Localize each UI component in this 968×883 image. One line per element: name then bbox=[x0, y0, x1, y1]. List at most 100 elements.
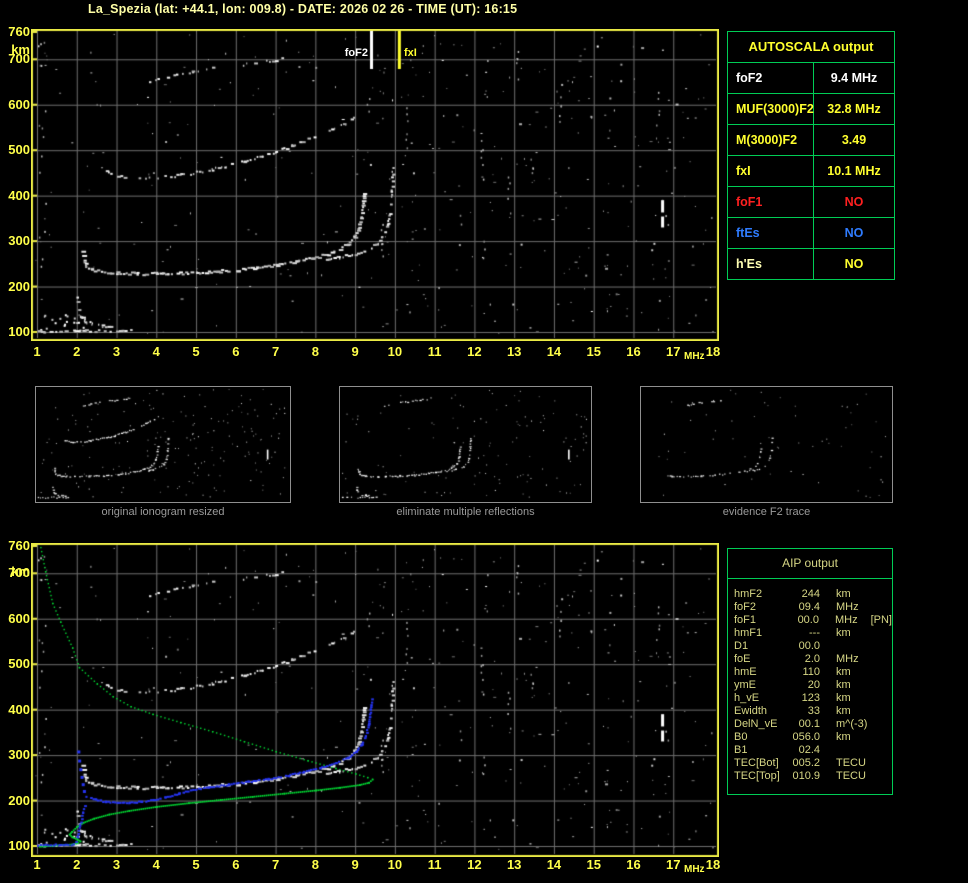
freq-tick-label: 6 bbox=[232, 857, 240, 872]
freq-tick-label: 12 bbox=[467, 857, 482, 872]
aip-param-unit: MHz bbox=[836, 601, 859, 613]
aip-param-unit: km bbox=[836, 705, 851, 717]
autoscala-row: MUF(3000)F2 32.8 MHz bbox=[728, 94, 894, 125]
freq-tick-label: 2 bbox=[73, 857, 81, 872]
thumbnail-evidence-canvas bbox=[641, 387, 890, 500]
aip-param-value: 00.0 bbox=[798, 640, 820, 652]
top-ionogram-canvas bbox=[31, 29, 719, 341]
alt-tick-label: 200 bbox=[8, 792, 30, 808]
aip-param-extra: [PN] bbox=[870, 614, 892, 626]
autoscala-param-value: 3.49 bbox=[841, 133, 867, 147]
freq-tick-label: 15 bbox=[586, 344, 601, 359]
thumbnail-caption-evidence: evidence F2 trace bbox=[722, 506, 811, 518]
alt-tick-label: 760 bbox=[8, 538, 30, 553]
aip-param-value: 056.0 bbox=[792, 731, 820, 743]
freq-tick-label: 10 bbox=[387, 857, 403, 872]
aip-param-value: 2.0 bbox=[804, 653, 820, 665]
freq-tick-label: 14 bbox=[546, 857, 562, 872]
aip-param-label: foF1 bbox=[734, 614, 757, 626]
aip-row: B0 056.0 km bbox=[728, 731, 892, 744]
freq-tick-label: 9 bbox=[351, 344, 359, 359]
freq-tick-label: 5 bbox=[192, 857, 200, 872]
aip-param-unit: km bbox=[836, 679, 851, 691]
aip-table-header: AIP output bbox=[728, 549, 892, 579]
fof2-marker-label: foF2 bbox=[344, 47, 368, 59]
aip-row: D1 00.0 bbox=[728, 640, 892, 653]
aip-row: TEC[Top] 010.9 TECU bbox=[728, 770, 892, 783]
alt-unit-label: km bbox=[11, 564, 30, 579]
alt-tick-label: 400 bbox=[8, 701, 30, 717]
aip-param-label: hmF2 bbox=[734, 588, 763, 600]
aip-param-unit: MHz bbox=[834, 614, 858, 626]
autoscala-param-label: fxI bbox=[728, 156, 814, 186]
alt-tick-label: 100 bbox=[8, 324, 30, 339]
freq-tick-label: 6 bbox=[232, 344, 240, 359]
freq-tick-label: 7 bbox=[271, 857, 280, 872]
thumbnail-caption-original: original ionogram resized bbox=[101, 506, 225, 518]
autoscala-param-value: NO bbox=[844, 257, 864, 271]
aip-row: TEC[Bot] 005.2 TECU bbox=[728, 757, 892, 770]
autoscala-param-value: 10.1 MHz bbox=[827, 164, 881, 178]
autoscala-param-label: foF1 bbox=[728, 187, 814, 217]
thumbnail-eliminate-canvas bbox=[340, 387, 589, 500]
freq-tick-label: 7 bbox=[271, 344, 280, 359]
autoscala-param-value: 32.8 MHz bbox=[827, 102, 881, 116]
thumbnail-original-canvas bbox=[36, 387, 288, 500]
freq-tick-label: 15 bbox=[586, 857, 601, 872]
aip-row: foF2 09.4 MHz bbox=[728, 601, 892, 614]
aip-row: hmE 110 km bbox=[728, 666, 892, 679]
aip-param-value: 20 bbox=[807, 679, 820, 691]
aip-param-unit: km bbox=[836, 692, 851, 704]
aip-param-value: 244 bbox=[801, 588, 820, 600]
freq-tick-label: 13 bbox=[506, 344, 522, 359]
freq-tick-label: 3 bbox=[112, 857, 121, 872]
freq-tick-label: 1 bbox=[33, 857, 41, 872]
ionogram-app: La_Spezia (lat: +44.1, lon: 009.8) - DAT… bbox=[0, 0, 968, 883]
alt-tick-label: 760 bbox=[8, 24, 30, 39]
freq-tick-label: 16 bbox=[626, 344, 641, 359]
autoscala-param-value: 9.4 MHz bbox=[830, 71, 878, 85]
station-date-title: La_Spezia (lat: +44.1, lon: 009.8) - DAT… bbox=[88, 2, 518, 16]
freq-tick-label: 13 bbox=[506, 857, 522, 872]
aip-param-value: 010.9 bbox=[792, 770, 820, 782]
aip-param-value: 00.1 bbox=[798, 718, 820, 730]
aip-param-label: D1 bbox=[734, 640, 749, 652]
aip-param-unit: km bbox=[836, 627, 851, 639]
aip-row: h_vE 123 km bbox=[728, 692, 892, 705]
aip-row: DelN_vE 00.1 m^(-3) bbox=[728, 718, 892, 731]
alt-tick-label: 300 bbox=[8, 747, 30, 763]
freq-tick-label: 5 bbox=[192, 344, 200, 359]
autoscala-row: foF2 9.4 MHz bbox=[728, 63, 894, 94]
autoscala-output-table: AUTOSCALA output foF2 9.4 MHz MUF(3000)F2 3… bbox=[727, 31, 895, 280]
autoscala-param-value: NO bbox=[844, 226, 864, 240]
alt-tick-label: 500 bbox=[8, 656, 30, 672]
autoscala-param-label: foF2 bbox=[728, 63, 814, 93]
freq-tick-label: 9 bbox=[351, 857, 359, 872]
freq-tick-label: 14 bbox=[546, 344, 562, 359]
aip-param-unit bbox=[836, 640, 870, 653]
fxi-marker-label: fxI bbox=[404, 47, 417, 59]
aip-param-unit: m^(-3) bbox=[836, 718, 868, 730]
aip-param-label: B1 bbox=[734, 744, 748, 756]
autoscala-param-label: h'Es bbox=[728, 249, 814, 279]
freq-unit-label: MHz bbox=[684, 864, 705, 875]
freq-tick-label: 4 bbox=[152, 857, 160, 872]
aip-param-unit: TECU bbox=[836, 770, 866, 782]
aip-row: ymE 20 km bbox=[728, 679, 892, 692]
aip-row: foE 2.0 MHz bbox=[728, 653, 892, 666]
alt-tick-label: 500 bbox=[8, 142, 30, 158]
aip-param-value: 09.4 bbox=[798, 601, 820, 613]
freq-unit-label: MHz bbox=[684, 351, 705, 362]
freq-tick-label: 4 bbox=[152, 344, 160, 359]
aip-param-value: 123 bbox=[801, 692, 820, 704]
aip-row: hmF1 --- km bbox=[728, 627, 892, 640]
aip-param-value: 33 bbox=[807, 705, 820, 717]
aip-param-label: DelN_vE bbox=[734, 718, 778, 730]
autoscala-param-value: NO bbox=[844, 195, 864, 209]
aip-param-unit: MHz bbox=[836, 653, 859, 665]
alt-tick-label: 100 bbox=[8, 838, 30, 853]
aip-param-label: TEC[Top] bbox=[734, 770, 780, 782]
aip-row: B1 02.4 bbox=[728, 744, 892, 757]
aip-param-value: --- bbox=[809, 627, 820, 639]
aip-param-unit: km bbox=[836, 731, 851, 743]
